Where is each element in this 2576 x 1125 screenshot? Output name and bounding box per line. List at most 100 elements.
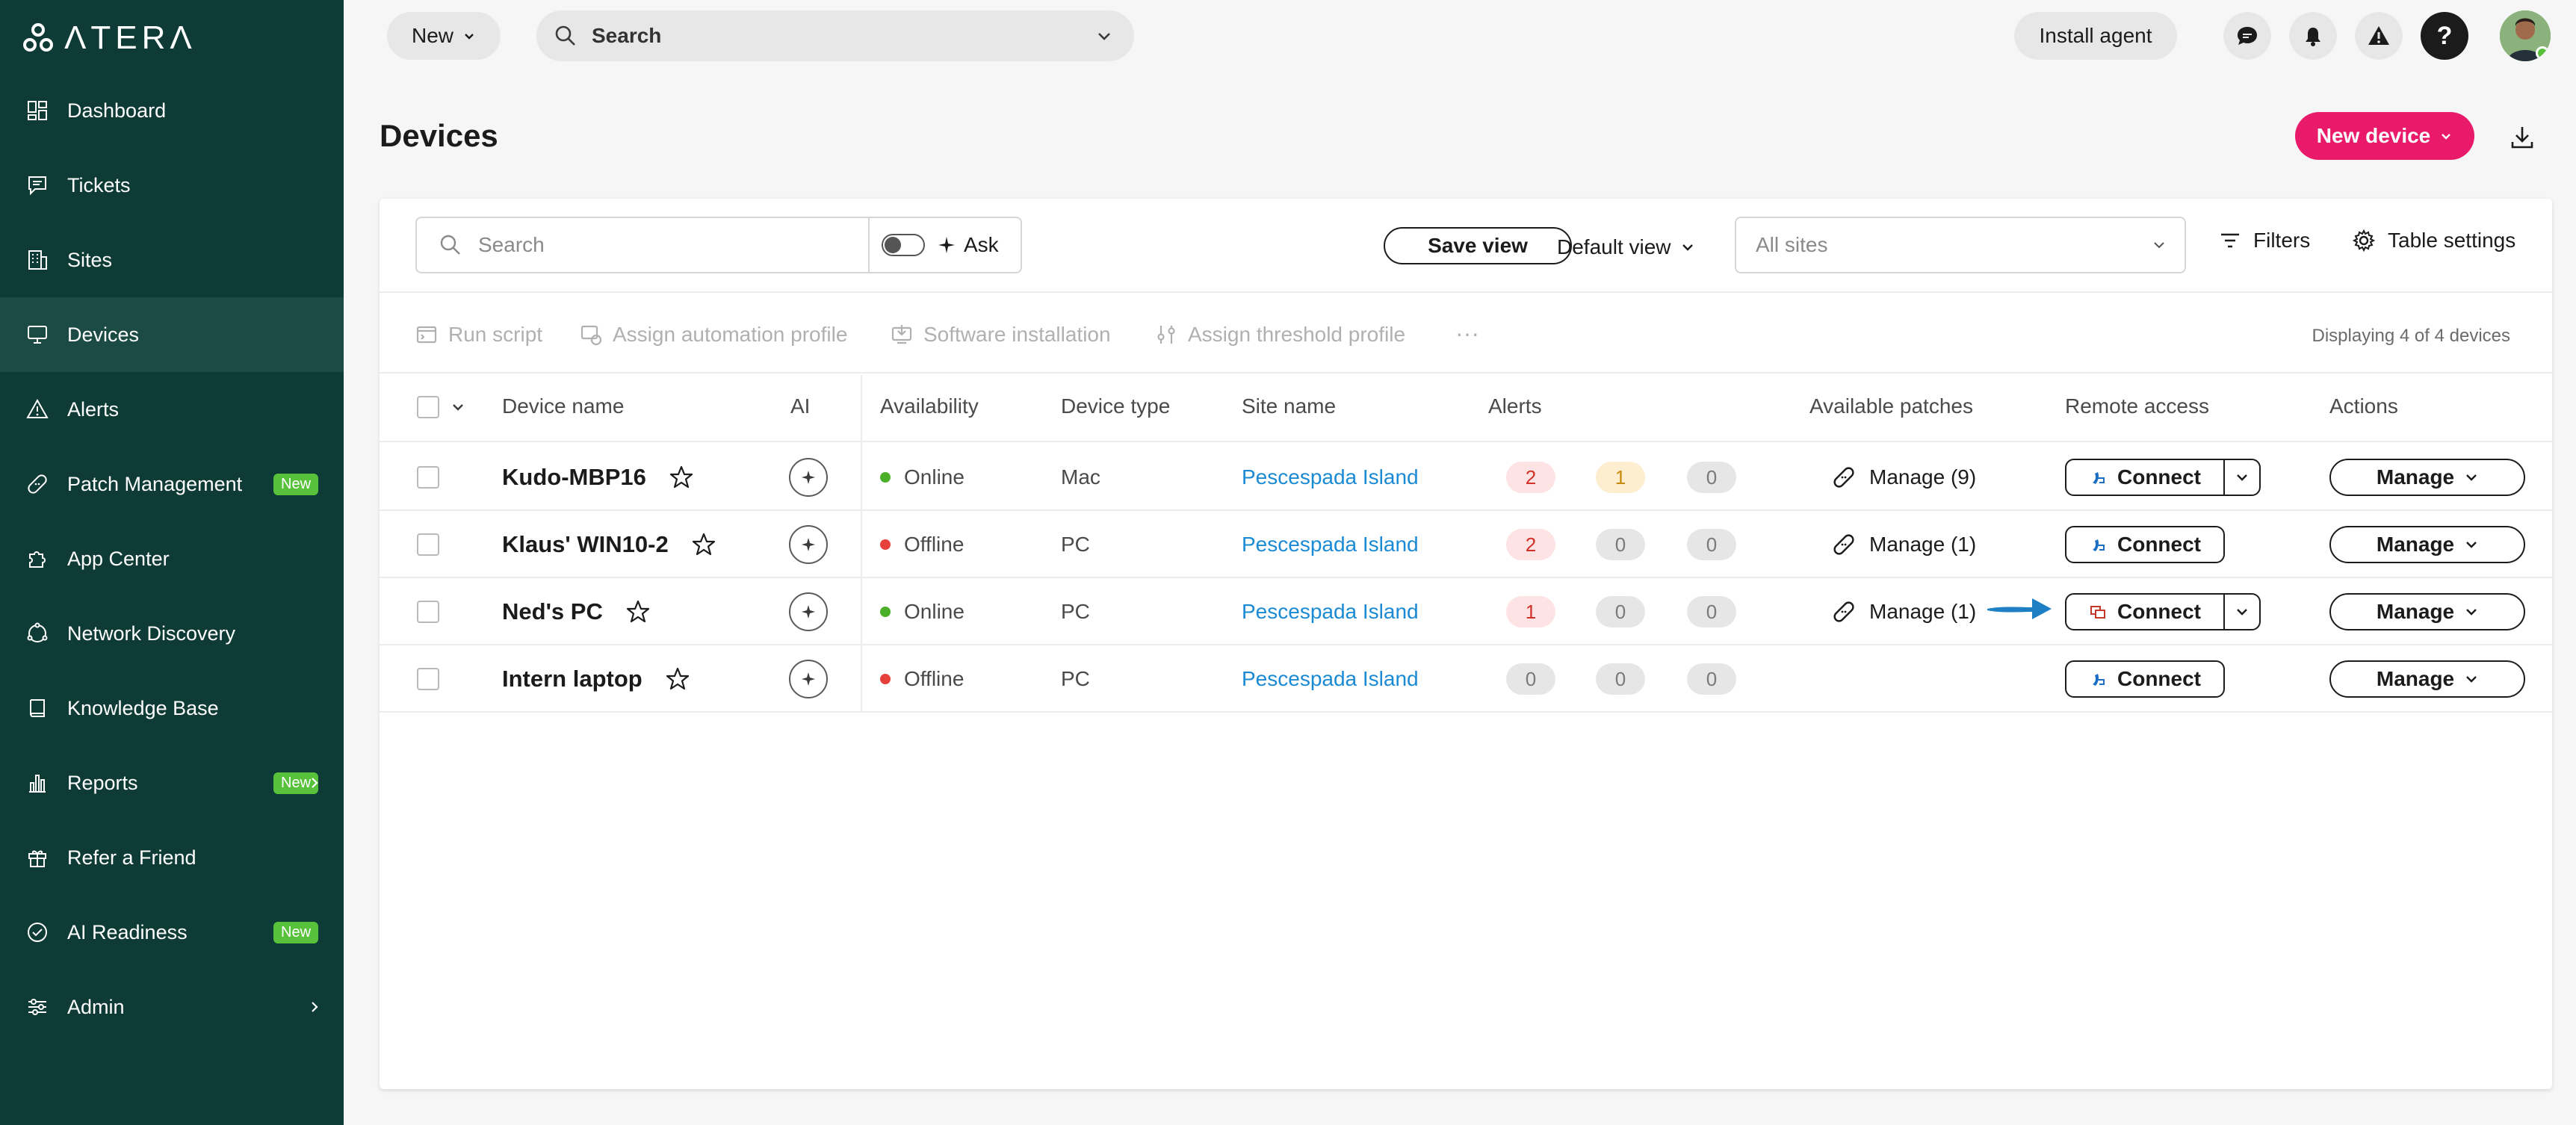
device-name-link[interactable]: Kudo-MBP16 [502, 464, 646, 491]
connect-button[interactable]: Connect [2066, 460, 2223, 495]
sidebar-item-alerts[interactable]: Alerts [0, 372, 344, 447]
ask-toggle[interactable] [882, 234, 925, 256]
col-device-name[interactable]: Device name [502, 394, 624, 418]
device-name-link[interactable]: Ned's PC [502, 598, 603, 625]
alert-count-badge[interactable]: 2 [1506, 529, 1555, 560]
ai-assist-button[interactable] [789, 592, 828, 631]
export-button[interactable] [2504, 120, 2540, 155]
manage-button[interactable]: Manage [2329, 526, 2525, 563]
row-checkbox[interactable] [417, 601, 439, 623]
new-device-button[interactable]: New device [2295, 112, 2474, 160]
chevron-down-icon[interactable] [1095, 27, 1113, 45]
new-dropdown-button[interactable]: New [387, 12, 501, 60]
save-view-button[interactable]: Save view [1384, 227, 1572, 264]
site-link[interactable]: Pescespada Island [1242, 465, 1419, 489]
table-search-input[interactable]: Search [417, 218, 870, 272]
alert-count-badge[interactable]: 0 [1687, 596, 1736, 627]
install-agent-button[interactable]: Install agent [2014, 12, 2177, 60]
star-icon[interactable] [669, 465, 694, 490]
help-button[interactable]: ? [2421, 12, 2468, 60]
ai-assist-button[interactable] [789, 458, 828, 497]
global-search[interactable]: Search [536, 10, 1134, 61]
avatar[interactable] [2500, 10, 2551, 61]
chevron-right-icon[interactable] [308, 770, 321, 796]
device-name-link[interactable]: Intern laptop [502, 666, 643, 692]
sidebar-item-network-discovery[interactable]: Network Discovery [0, 596, 344, 671]
sidebar-item-devices[interactable]: Devices [0, 297, 344, 372]
assign-automation-button[interactable]: Assign automation profile [580, 323, 847, 347]
software-installation-button[interactable]: Software installation [891, 323, 1111, 347]
sidebar-item-patch-management[interactable]: Patch Management New [0, 447, 344, 521]
ask-toggle-group[interactable]: Ask [870, 218, 1021, 272]
sidebar-item-refer-a-friend[interactable]: Refer a Friend [0, 820, 344, 895]
alert-count-badge[interactable]: 0 [1687, 529, 1736, 560]
alert-count-badge[interactable]: 0 [1596, 663, 1645, 695]
connect-button[interactable]: Connect [2066, 595, 2223, 629]
site-link[interactable]: Pescespada Island [1242, 667, 1419, 691]
more-actions-button[interactable]: ··· [1455, 320, 1479, 347]
row-select[interactable] [417, 444, 439, 511]
row-select[interactable] [417, 578, 439, 645]
table-row[interactable]: Klaus' WIN10-2 Offline PC Pescespada Island… [380, 511, 2552, 578]
alert-count-badge[interactable]: 2 [1506, 462, 1555, 493]
site-link[interactable]: Pescespada Island [1242, 533, 1419, 557]
row-checkbox[interactable] [417, 668, 439, 690]
table-row[interactable]: Intern laptop Offline PC Pescespada Island 0… [380, 645, 2552, 713]
connect-options-button[interactable] [2223, 460, 2259, 495]
manage-button[interactable]: Manage [2329, 660, 2525, 698]
manage-patches-link[interactable]: Manage (1) [1832, 600, 1976, 624]
run-script-button[interactable]: Run script [415, 323, 542, 347]
col-alerts[interactable]: Alerts [1488, 394, 1542, 418]
manage-patches-link[interactable]: Manage (9) [1832, 465, 1976, 489]
col-availability[interactable]: Availability [880, 394, 979, 418]
connect-options-button[interactable] [2223, 595, 2259, 629]
alerts-button[interactable] [2355, 12, 2403, 60]
connect-button[interactable]: Connect [2066, 527, 2223, 562]
sidebar-item-sites[interactable]: Sites [0, 223, 344, 297]
select-all[interactable] [417, 396, 465, 418]
star-icon[interactable] [691, 532, 716, 557]
star-icon[interactable] [625, 599, 651, 625]
connect-button[interactable]: Connect [2066, 662, 2223, 696]
atera-logo[interactable]: ΛTERΛ [22, 19, 196, 57]
col-site-name[interactable]: Site name [1242, 394, 1336, 418]
chat-button[interactable] [2223, 12, 2271, 60]
alert-count-badge[interactable]: 0 [1506, 663, 1555, 695]
select-all-checkbox[interactable] [417, 396, 439, 418]
alert-count-badge[interactable]: 1 [1596, 462, 1645, 493]
manage-button[interactable]: Manage [2329, 459, 2525, 496]
col-available-patches[interactable]: Available patches [1809, 394, 1973, 418]
sites-select[interactable]: All sites [1735, 217, 2186, 273]
sidebar-item-reports[interactable]: Reports New [0, 746, 344, 820]
row-checkbox[interactable] [417, 533, 439, 556]
row-select[interactable] [417, 645, 439, 713]
col-device-type[interactable]: Device type [1061, 394, 1170, 418]
alert-count-badge[interactable]: 0 [1687, 663, 1736, 695]
table-settings-button[interactable]: Table settings [2352, 229, 2515, 252]
sidebar-item-app-center[interactable]: App Center [0, 521, 344, 596]
chevron-right-icon[interactable] [308, 994, 321, 1020]
filters-button[interactable]: Filters [2219, 229, 2310, 252]
device-name-link[interactable]: Klaus' WIN10-2 [502, 531, 669, 558]
sidebar-item-dashboard[interactable]: Dashboard [0, 73, 344, 148]
assign-threshold-button[interactable]: Assign threshold profile [1155, 323, 1405, 347]
manage-patches-link[interactable]: Manage (1) [1832, 533, 1976, 557]
star-icon[interactable] [665, 666, 690, 692]
row-select[interactable] [417, 511, 439, 578]
alert-count-badge[interactable]: 1 [1506, 596, 1555, 627]
table-row[interactable]: Ned's PC Online PC Pescespada Island 1 0 0 Mana… [380, 578, 2552, 645]
default-view-dropdown[interactable]: Default view [1557, 229, 1695, 266]
alert-count-badge[interactable]: 0 [1596, 596, 1645, 627]
ai-assist-button[interactable] [789, 525, 828, 564]
table-row[interactable]: Kudo-MBP16 Online Mac Pescespada Island 2 1 0 M… [380, 444, 2552, 511]
notifications-button[interactable] [2289, 12, 2337, 60]
manage-button[interactable]: Manage [2329, 593, 2525, 630]
ai-assist-button[interactable] [789, 660, 828, 698]
chevron-down-icon[interactable] [451, 400, 465, 414]
sidebar-item-knowledge-base[interactable]: Knowledge Base [0, 671, 344, 746]
site-link[interactable]: Pescespada Island [1242, 600, 1419, 624]
sidebar-item-ai-readiness[interactable]: AI Readiness New [0, 895, 344, 970]
sidebar-item-tickets[interactable]: Tickets [0, 148, 344, 223]
sidebar-item-admin[interactable]: Admin [0, 970, 344, 1044]
alert-count-badge[interactable]: 0 [1596, 529, 1645, 560]
